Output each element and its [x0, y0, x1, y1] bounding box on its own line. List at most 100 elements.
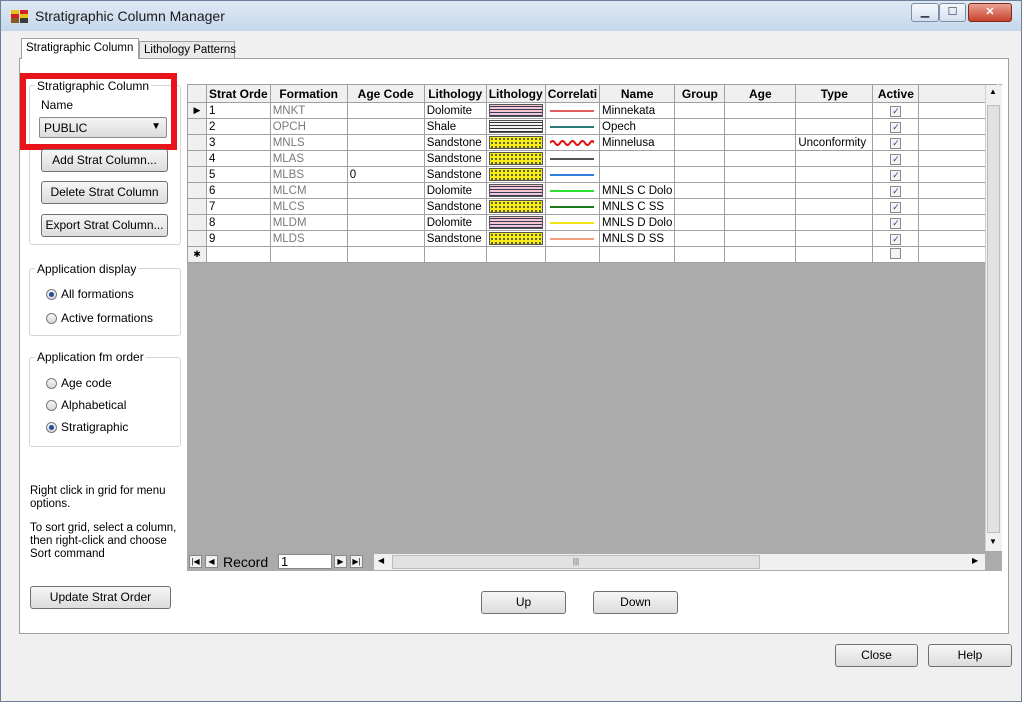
- active-checkbox[interactable]: ✓: [890, 153, 902, 165]
- cell-correlation[interactable]: [544, 182, 601, 199]
- radio-stratigraphic[interactable]: Stratigraphic: [46, 420, 128, 434]
- cell-lithology-pattern[interactable]: [485, 182, 546, 199]
- table-row[interactable]: 6 MLCM Dolomite MNLS C Dolo ✓: [187, 182, 998, 199]
- cell-empty[interactable]: [724, 246, 797, 263]
- radio-age-code[interactable]: Age code: [46, 376, 112, 390]
- help-button[interactable]: Help: [928, 644, 1012, 667]
- cell-age-code[interactable]: [346, 102, 425, 119]
- cell-formation[interactable]: MLDM: [269, 214, 348, 231]
- cell-type[interactable]: [795, 150, 874, 167]
- col-age-code[interactable]: Age Code: [346, 84, 425, 103]
- add-strat-column-button[interactable]: Add Strat Column...: [41, 149, 168, 172]
- grid-vertical-scrollbar[interactable]: ▲ ▼: [985, 85, 1002, 551]
- cell-empty[interactable]: [674, 246, 726, 263]
- cell-active[interactable]: ✓: [872, 102, 920, 119]
- cell-age[interactable]: [724, 198, 797, 215]
- cell-age-code[interactable]: [346, 230, 425, 247]
- cell-group[interactable]: [674, 134, 726, 151]
- cell-active[interactable]: ✓: [872, 134, 920, 151]
- cell-active[interactable]: [872, 246, 920, 263]
- cell-type[interactable]: [795, 214, 874, 231]
- radio-all-formations[interactable]: All formations: [46, 287, 134, 301]
- cell-type[interactable]: [795, 230, 874, 247]
- table-row[interactable]: 2 OPCH Shale Opech ✓: [187, 118, 998, 135]
- col-strat-order[interactable]: Strat Orde: [206, 84, 271, 103]
- cell-active[interactable]: ✓: [872, 118, 920, 135]
- table-row[interactable]: 5 MLBS 0 Sandstone ✓: [187, 166, 998, 183]
- close-window-button[interactable]: ✕: [968, 3, 1012, 22]
- col-formation[interactable]: Formation: [269, 84, 348, 103]
- cell-correlation[interactable]: [544, 118, 601, 135]
- cell-lithology-pattern[interactable]: [485, 134, 546, 151]
- active-checkbox[interactable]: [890, 247, 902, 259]
- cell-lithology[interactable]: Sandstone: [423, 198, 487, 215]
- cell-age-code[interactable]: [346, 182, 425, 199]
- cell-name[interactable]: MNLS D Dolo: [599, 214, 676, 231]
- cell-group[interactable]: [674, 230, 726, 247]
- cell-correlation[interactable]: [544, 230, 601, 247]
- cell-correlation[interactable]: [544, 150, 601, 167]
- cell-correlation[interactable]: [544, 198, 601, 215]
- cell-name[interactable]: MNLS C SS: [599, 198, 676, 215]
- cell-lithology-pattern[interactable]: [485, 118, 546, 135]
- col-type[interactable]: Type: [795, 84, 874, 103]
- row-header[interactable]: [187, 214, 207, 231]
- next-record-icon[interactable]: ▶: [334, 555, 347, 568]
- cell-strat-order[interactable]: 2: [206, 118, 271, 135]
- cell-strat-order[interactable]: 9: [206, 230, 271, 247]
- cell-strat-order[interactable]: 1: [206, 102, 271, 119]
- scroll-right-icon[interactable]: ▶: [972, 556, 978, 565]
- cell-lithology-pattern[interactable]: [485, 150, 546, 167]
- row-header[interactable]: [187, 118, 207, 135]
- previous-record-icon[interactable]: ◀: [205, 555, 218, 568]
- cell-formation[interactable]: MLBS: [269, 166, 348, 183]
- cell-type[interactable]: [795, 182, 874, 199]
- update-strat-order-button[interactable]: Update Strat Order: [30, 586, 171, 609]
- cell-group[interactable]: [674, 102, 726, 119]
- col-lithology[interactable]: Lithology: [423, 84, 487, 103]
- tab-stratigraphic-column[interactable]: Stratigraphic Column: [21, 38, 139, 59]
- scroll-left-icon[interactable]: ◀: [378, 556, 384, 565]
- grid-horizontal-scrollbar[interactable]: ◀ ||| ▶: [374, 554, 985, 570]
- cell-active[interactable]: ✓: [872, 230, 920, 247]
- cell-empty[interactable]: [795, 246, 874, 263]
- cell-age[interactable]: [724, 166, 797, 183]
- cell-name[interactable]: [599, 150, 676, 167]
- cell-strat-order[interactable]: 8: [206, 214, 271, 231]
- cell-empty[interactable]: [599, 246, 676, 263]
- maximize-button[interactable]: ☐: [939, 3, 966, 22]
- row-header[interactable]: [187, 150, 207, 167]
- active-checkbox[interactable]: ✓: [890, 105, 902, 117]
- row-header[interactable]: [187, 134, 207, 151]
- col-age[interactable]: Age: [724, 84, 797, 103]
- cell-empty[interactable]: [485, 246, 546, 263]
- col-name[interactable]: Name: [599, 84, 676, 103]
- table-row[interactable]: 3 MNLS Sandstone Minnelusa Unconformity ✓: [187, 134, 998, 151]
- active-checkbox[interactable]: ✓: [890, 233, 902, 245]
- cell-age[interactable]: [724, 102, 797, 119]
- cell-type[interactable]: [795, 166, 874, 183]
- cell-age[interactable]: [724, 118, 797, 135]
- cell-formation[interactable]: MLCS: [269, 198, 348, 215]
- cell-group[interactable]: [674, 118, 726, 135]
- cell-empty[interactable]: [544, 246, 601, 263]
- cell-correlation[interactable]: [544, 134, 601, 151]
- cell-name[interactable]: Minnekata: [599, 102, 676, 119]
- cell-name[interactable]: Minnelusa: [599, 134, 676, 151]
- table-row[interactable]: 4 MLAS Sandstone ✓: [187, 150, 998, 167]
- cell-formation[interactable]: MLCM: [269, 182, 348, 199]
- active-checkbox[interactable]: ✓: [890, 201, 902, 213]
- active-checkbox[interactable]: ✓: [890, 217, 902, 229]
- cell-type[interactable]: Unconformity: [795, 134, 874, 151]
- close-button[interactable]: Close: [835, 644, 918, 667]
- last-record-icon[interactable]: ▶|: [350, 555, 363, 568]
- first-record-icon[interactable]: |◀: [189, 555, 202, 568]
- row-header[interactable]: [187, 230, 207, 247]
- cell-name[interactable]: [599, 166, 676, 183]
- cell-strat-order[interactable]: 5: [206, 166, 271, 183]
- cell-age[interactable]: [724, 182, 797, 199]
- row-header[interactable]: [187, 198, 207, 215]
- cell-lithology[interactable]: Sandstone: [423, 230, 487, 247]
- cell-name[interactable]: Opech: [599, 118, 676, 135]
- cell-name[interactable]: MNLS C Dolo: [599, 182, 676, 199]
